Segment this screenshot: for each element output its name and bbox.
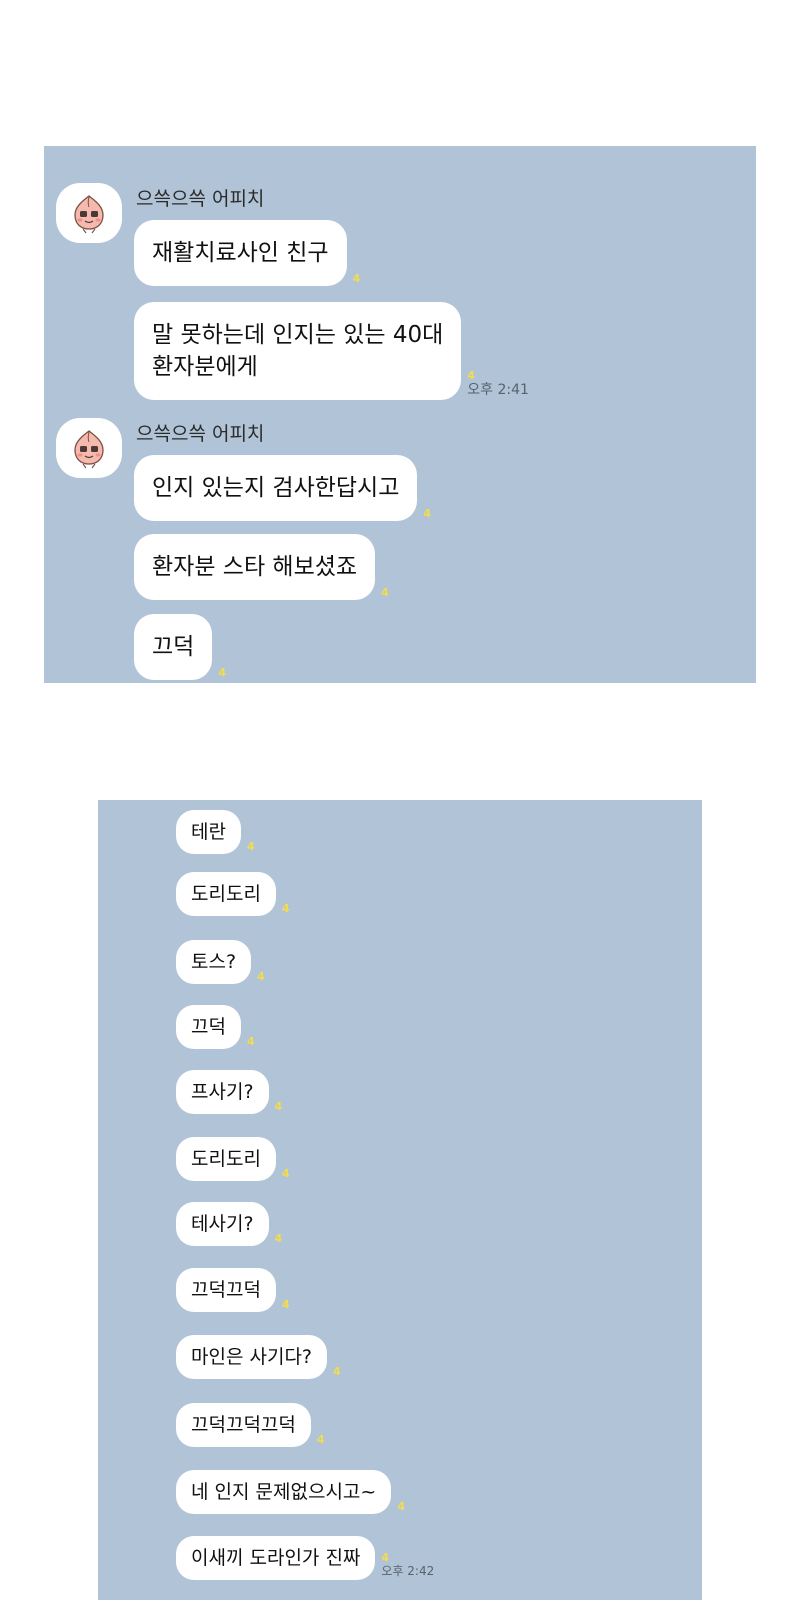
message-row: 인지 있는지 검사한답시고 4 [134,455,431,521]
chat-panel-bottom: 테란 4 도리도리 4 토스? 4 끄덕 4 프사기? 4 도리도리 4 테사기… [98,800,702,1600]
sender-name: 으쓱으쓱 어피치 [136,188,265,210]
message-row: 테사기? 4 [176,1202,282,1246]
message-meta: 4 [282,1167,290,1181]
message-meta: 4 [381,586,389,600]
message-meta: 4 [333,1365,341,1379]
unread-count: 4 [423,507,432,520]
message-bubble[interactable]: 끄덕 [176,1005,241,1049]
message-bubble[interactable]: 마인은 사기다? [176,1335,328,1379]
sender-name: 으쓱으쓱 어피치 [136,423,265,445]
message-timestamp: 오후 2:41 [467,382,529,398]
unread-count: 4 [281,902,290,915]
unread-count: 4 [381,586,389,599]
message-bubble[interactable]: 이새끼 도라인가 진짜 [176,1536,376,1580]
unread-count: 4 [397,1500,405,1513]
message-meta: 4 [275,1232,283,1246]
unread-count: 4 [218,666,226,679]
message-row: 토스? 4 [176,940,265,984]
message-row: 환자분 스타 해보셨죠 4 [134,534,389,600]
message-bubble[interactable]: 인지 있는지 검사한답시고 [134,455,418,521]
message-bubble[interactable]: 프사기? [176,1070,269,1114]
sender-avatar[interactable] [56,418,122,478]
message-meta: 4 [257,970,265,984]
unread-count: 4 [381,1551,390,1564]
message-bubble[interactable]: 도리도리 [176,872,276,916]
message-row: 이새끼 도라인가 진짜 4 오후 2:42 [176,1536,434,1580]
unread-count: 4 [281,1167,290,1180]
message-bubble[interactable]: 테란 [176,810,241,854]
unread-count: 4 [352,272,361,285]
message-row: 프사기? 4 [176,1070,282,1114]
message-bubble[interactable]: 환자분 스타 해보셨죠 [134,534,376,600]
message-bubble[interactable]: 테사기? [176,1202,269,1246]
message-meta: 4 [353,272,361,286]
message-meta: 4 오후 2:41 [467,369,529,400]
message-bubble[interactable]: 도리도리 [176,1137,276,1181]
message-meta: 4 [247,840,255,854]
unread-count: 4 [246,840,255,853]
unread-count: 4 [246,1035,255,1048]
message-bubble[interactable]: 말 못하는데 인지는 있는 40대 환자분에게 [134,302,462,400]
message-meta: 4 [218,666,226,680]
sender-avatar[interactable] [56,183,122,243]
message-bubble[interactable]: 끄덕끄덕 [176,1268,276,1312]
message-row: 테란 4 [176,810,255,854]
unread-count: 4 [316,1433,325,1446]
apeach-character-icon [74,195,104,234]
message-row: 끄덕 4 [134,614,226,680]
message-bubble[interactable]: 네 인지 문제없으시고~ [176,1470,392,1514]
message-bubble[interactable]: 재활치료사인 친구 [134,220,347,286]
chat-panel-top: 으쓱으쓱 어피치 재활치료사인 친구 4 말 못하는데 인지는 있는 40대 환… [44,146,756,683]
message-bubble[interactable]: 끄덕 [134,614,213,680]
message-meta: 4 [317,1433,325,1447]
message-meta: 4 [423,507,431,521]
message-meta: 4 오후 2:42 [381,1551,434,1580]
unread-count: 4 [467,369,475,382]
unread-count: 4 [333,1365,341,1378]
message-row: 끄덕끄덕끄덕 4 [176,1403,325,1447]
unread-count: 4 [274,1232,283,1245]
message-row: 마인은 사기다? 4 [176,1335,341,1379]
message-meta: 4 [247,1035,255,1049]
message-meta: 4 [282,1298,290,1312]
message-meta: 4 [282,902,290,916]
message-meta: 4 [275,1100,283,1114]
message-timestamp: 오후 2:42 [381,1564,435,1578]
message-row: 끄덕 4 [176,1005,255,1049]
message-bubble[interactable]: 토스? [176,940,252,984]
message-row: 도리도리 4 [176,1137,290,1181]
message-row: 말 못하는데 인지는 있는 40대 환자분에게 4 오후 2:41 [134,302,529,400]
unread-count: 4 [274,1100,283,1113]
message-row: 끄덕끄덕 4 [176,1268,290,1312]
message-row: 재활치료사인 친구 4 [134,220,360,286]
message-row: 네 인지 문제없으시고~ 4 [176,1470,405,1514]
unread-count: 4 [257,970,265,983]
message-row: 도리도리 4 [176,872,290,916]
message-meta: 4 [397,1500,405,1514]
message-bubble[interactable]: 끄덕끄덕끄덕 [176,1403,311,1447]
unread-count: 4 [281,1298,290,1311]
apeach-character-icon [74,430,104,469]
